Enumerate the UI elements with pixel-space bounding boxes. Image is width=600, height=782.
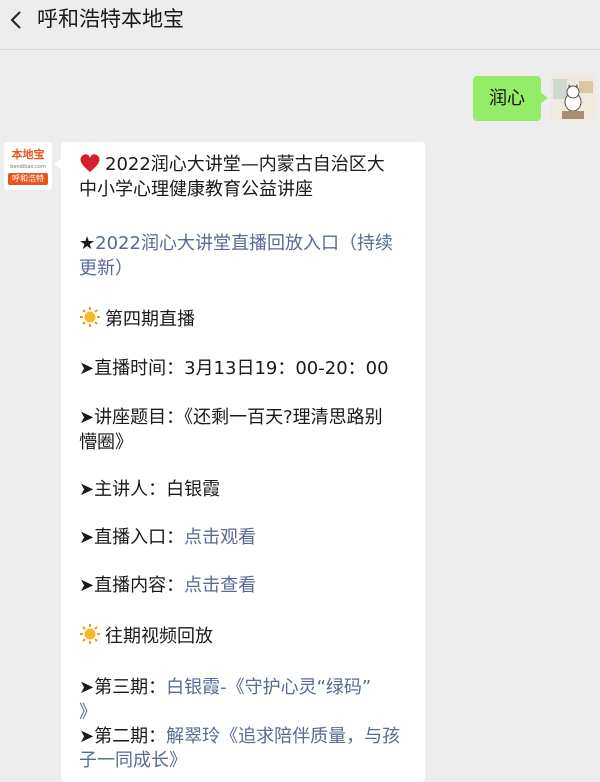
chat-header: 呼和浩特本地宝 (0, 0, 600, 40)
speaker-label: 主讲人： (94, 479, 167, 500)
arrow-icon: ➤ (79, 677, 95, 698)
past-replay-title: 往期视频回放 (105, 626, 213, 647)
brand-logo-text: 本地宝 (11, 148, 45, 161)
sun-icon (79, 306, 101, 335)
live-entry-row: ➤直播入口：点击观看 (79, 525, 419, 550)
topic-value-line2: 懵圈》 (79, 432, 133, 453)
period3-row: ➤第三期：白银霞-《守护心灵“绿码” (79, 675, 419, 700)
period2-row: ➤第二期：解翠玲《追求陪伴质量，与孩 (79, 724, 419, 749)
chat-title: 呼和浩特本地宝 (37, 7, 184, 31)
live-time-label: 直播时间： (94, 358, 185, 379)
user-avatar[interactable] (550, 75, 596, 121)
speaker-value: 白银霞 (166, 479, 221, 500)
arrow-icon: ➤ (79, 575, 95, 596)
star-icon: ★ (79, 233, 96, 254)
period3-link-line2[interactable]: 》 (79, 700, 419, 725)
period4-heading: 第四期直播 (79, 306, 419, 335)
replay-entry-link-line2[interactable]: 更新） (79, 256, 419, 281)
brand-url: bendibao.com (10, 164, 46, 170)
back-icon[interactable] (6, 8, 28, 32)
live-time-value: 3月13日19：00-20：00 (184, 358, 389, 379)
card-heading-text1: 2022润心大讲堂—内蒙古自治区大 (105, 154, 385, 175)
live-entry-label: 直播入口： (94, 527, 185, 548)
view-content-link[interactable]: 点击查看 (184, 575, 256, 596)
period2-link-line2[interactable]: 子一同成长》 (79, 748, 419, 773)
heart-icon (79, 153, 101, 180)
arrow-icon: ➤ (79, 479, 95, 500)
topic-row: ➤讲座题目：《还剩一百天?理清思路别 (79, 405, 419, 430)
replay-entry-link[interactable]: 2022润心大讲堂直播回放入口（持续 (95, 233, 393, 254)
outgoing-message[interactable]: 润心 (473, 76, 548, 121)
brand-city-tag: 呼和浩特 (8, 173, 48, 185)
arrow-icon: ➤ (79, 527, 95, 548)
speaker-row: ➤主讲人：白银霞 (79, 477, 419, 502)
arrow-icon: ➤ (79, 726, 95, 747)
watch-link[interactable]: 点击观看 (184, 527, 256, 548)
live-content-label: 直播内容： (94, 575, 185, 596)
period3-link[interactable]: 白银霞-《守护心灵“绿码” (166, 677, 371, 698)
live-content-row: ➤直播内容：点击查看 (79, 573, 419, 598)
official-account-avatar[interactable]: 本地宝 bendibao.com 呼和浩特 (4, 142, 52, 190)
period2-label: 第二期： (94, 726, 167, 747)
arrow-icon: ➤ (79, 358, 95, 379)
card-heading-line1: 2022润心大讲堂—内蒙古自治区大 (79, 152, 419, 180)
past-replay-heading: 往期视频回放 (79, 623, 419, 652)
period4-title: 第四期直播 (105, 309, 195, 330)
card-heading-text2: 中小学心理健康教育公益讲座 (79, 179, 313, 200)
header-divider (0, 49, 600, 50)
sun-icon (79, 623, 101, 652)
live-time-row: ➤直播时间：3月13日19：00-20：00 (79, 356, 419, 381)
topic-value: 《还剩一百天?理清思路别 (184, 407, 383, 428)
replay-entry-line1[interactable]: ★2022润心大讲堂直播回放入口（持续 (79, 231, 419, 256)
topic-label: 讲座题目： (94, 407, 185, 428)
period3-label: 第三期： (94, 677, 167, 698)
period2-link[interactable]: 解翠玲《追求陪伴质量，与孩 (166, 726, 400, 747)
arrow-icon: ➤ (79, 407, 95, 428)
